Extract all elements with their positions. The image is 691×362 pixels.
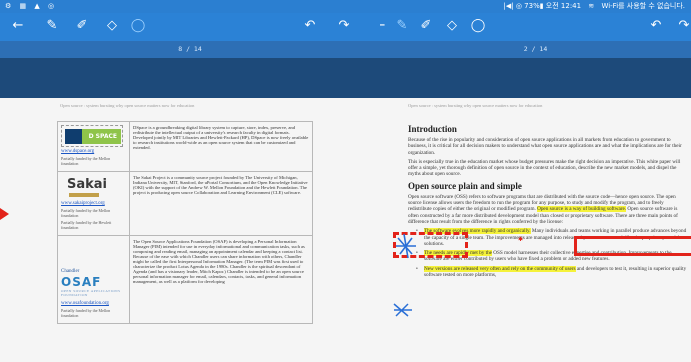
undo-icon[interactable]: ↶ — [302, 18, 318, 34]
status-bar: ⚙ ▦ ▲ ◎ |◀| ◎ 73%▮ 오전 12:41 ≋ Wi-Fi를 사용할… — [0, 0, 691, 13]
funding-note: Partially funded by the Mellon foundatio… — [61, 208, 111, 218]
osaf-logo: OSAF — [61, 275, 102, 289]
osaf-link[interactable]: www.osafoundation.org — [61, 301, 126, 306]
lasso-icon[interactable]: ◯ — [470, 18, 486, 34]
funding-note: Partially funded by the Mellon foundatio… — [61, 156, 111, 166]
page-indicator: 8 / 14 — [0, 41, 380, 58]
highlighted-text: New versions are released very often and… — [424, 265, 576, 272]
undo-icon[interactable]: ↶ — [648, 18, 664, 34]
back-arrow-icon[interactable]: ← — [380, 18, 388, 34]
osaf-logo-subtitle: OPEN SOURCE APPLICATIONS FOUNDATION — [61, 289, 121, 297]
sakai-link[interactable]: www.sakaiproject.org — [61, 201, 126, 206]
heading-plain-simple: Open source plain and simple — [408, 180, 522, 191]
project-logo-cell: Chandler OSAF OPEN SOURCE APPLICATIONS F… — [57, 235, 130, 324]
project-description: The Open Source Applications Foundation … — [129, 235, 313, 324]
screen: ⚙ ▦ ▲ ◎ |◀| ◎ 73%▮ 오전 12:41 ≋ Wi-Fi를 사용할… — [0, 0, 691, 362]
right-toolbar: ← ✎ ✐ ◇ ◯ ↶ ↷ — [380, 13, 691, 41]
red-star-annotation: ✱ — [518, 236, 524, 243]
page-gap-band — [380, 58, 691, 98]
highlighter-icon[interactable]: ✐ — [418, 18, 434, 34]
sakai-logo-bar — [69, 193, 99, 197]
table-row: Chandler OSAF OPEN SOURCE APPLICATIONS F… — [57, 235, 313, 324]
wifi-status-text: Wi-Fi를 사용할 수 없습니다. — [601, 2, 685, 10]
status-icons: ⚙ ▦ ▲ ◎ — [5, 2, 58, 10]
funding-note: Partially funded by the Hewlett foundati… — [61, 220, 112, 230]
sakai-logo: Sakai — [67, 177, 108, 192]
funding-note: Partially funded by the Mellon foundatio… — [61, 308, 111, 318]
wifi-icon: ≋ — [588, 2, 595, 10]
left-document-pane[interactable]: ← ✎ ✐ ◇ ◯ ↶ ↷ 8 / 14 Open source : syste… — [0, 13, 380, 362]
project-logo-cell: Sakai www.sakaiproject.org Partially fun… — [57, 171, 130, 236]
blue-pen-scribble — [396, 233, 416, 259]
dspace-logo: D SPACE — [65, 129, 121, 144]
status-right: |◀| ◎ 73%▮ 오전 12:41 ≋ Wi-Fi를 사용할 수 없습니다. — [499, 0, 685, 13]
table-row: Sakai www.sakaiproject.org Partially fun… — [57, 171, 313, 236]
pen-icon[interactable]: ✎ — [44, 18, 60, 34]
projects-table: D SPACE www.dspace.org Partially funded … — [57, 121, 313, 324]
red-arrow-annotation — [0, 208, 9, 220]
project-logo-cell: D SPACE www.dspace.org Partially funded … — [57, 121, 130, 172]
dspace-link[interactable]: www.dspace.org — [61, 149, 126, 154]
page-header: Open source : system bursting why open s… — [408, 103, 543, 108]
eraser-icon[interactable]: ◇ — [104, 18, 120, 34]
back-arrow-icon[interactable]: ← — [10, 18, 26, 34]
page-header: Open source : system bursting why open s… — [60, 103, 195, 108]
highlighter-icon[interactable]: ✐ — [74, 18, 90, 34]
project-description: DSpace is a groundbreaking digital libra… — [129, 121, 313, 172]
paragraph: Open source software (OSS) refers to sof… — [408, 194, 688, 225]
redo-icon[interactable]: ↷ — [676, 18, 691, 34]
paragraph: This is especially true in the education… — [408, 158, 681, 178]
page-gap-band — [0, 58, 380, 98]
page-indicator: 2 / 14 — [380, 41, 691, 58]
lasso-icon[interactable]: ◯ — [130, 18, 146, 34]
highlighted-text: Open source is a way of building softwar… — [537, 206, 627, 213]
paragraph: Because of the rise in popularity and co… — [408, 137, 682, 156]
left-toolbar: ← ✎ ✐ ◇ ◯ ↶ ↷ — [0, 13, 380, 41]
right-document-pane[interactable]: ← ✎ ✐ ◇ ◯ ↶ ↷ 2 / 14 Open source : syste… — [380, 13, 691, 362]
red-bracket-annotation — [574, 236, 691, 256]
redo-icon[interactable]: ↷ — [336, 18, 352, 34]
table-row: D SPACE www.dspace.org Partially funded … — [57, 121, 313, 172]
blue-pen-scribble — [393, 303, 412, 317]
project-name: Chandler — [61, 269, 80, 274]
eraser-icon[interactable]: ◇ — [444, 18, 460, 34]
project-description: The Sakai Project is a community source … — [129, 171, 313, 236]
pen-icon[interactable]: ✎ — [394, 18, 410, 34]
dspace-logo-frame: D SPACE — [61, 125, 123, 147]
list-item: New versions are released very often and… — [416, 265, 688, 279]
battery-clock: |◀| ◎ 73%▮ 오전 12:41 — [503, 2, 582, 10]
heading-introduction: Introduction — [408, 124, 457, 134]
